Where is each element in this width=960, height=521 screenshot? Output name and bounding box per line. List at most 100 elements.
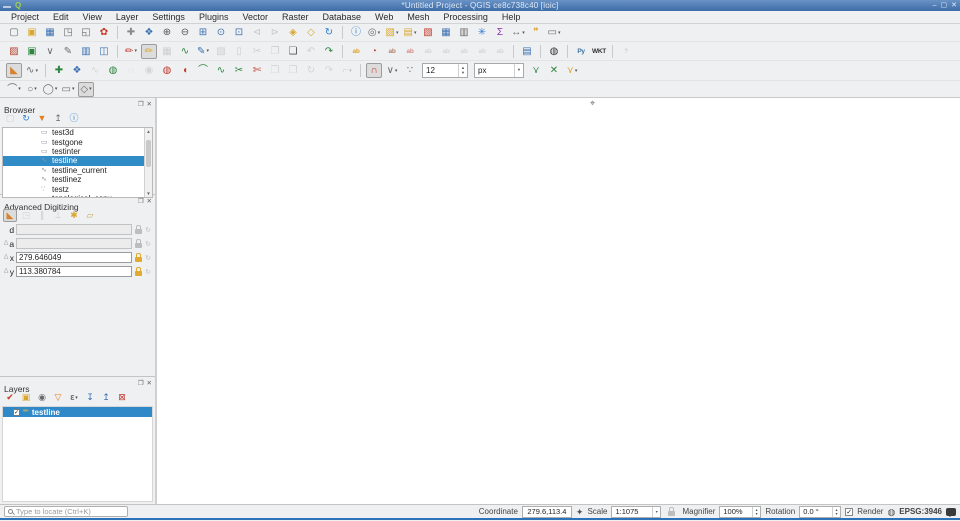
redo-button[interactable]: ↷ — [321, 44, 337, 59]
circle-2points-dropdown-icon[interactable]: ▾ — [34, 86, 37, 92]
maximize-button[interactable]: ▢ — [941, 0, 948, 11]
open-layer-styling-button[interactable]: ✔ — [3, 391, 17, 404]
save-project-button[interactable]: ▦ — [42, 25, 58, 40]
new-spatialite-layer-button[interactable]: ✎ — [60, 44, 76, 59]
processing-toolbox-button[interactable]: ✳ — [474, 25, 490, 40]
show-spatial-bookmarks-button[interactable]: ◇ — [303, 25, 319, 40]
snapping-mode-button[interactable]: ∨▾ — [384, 63, 400, 78]
menu-settings[interactable]: Settings — [145, 11, 192, 23]
layer-diagram-button[interactable]: ◔ — [366, 44, 382, 59]
collapse-all-button[interactable]: ↥ — [99, 391, 113, 404]
layers-float-button[interactable]: ❐ — [138, 379, 144, 387]
browser-scrollbar[interactable]: ▲ ▼ — [144, 128, 152, 197]
delete-ring-button[interactable]: ◍ — [159, 63, 175, 78]
digitize-with-segment-dropdown-icon[interactable]: ▾ — [35, 68, 38, 74]
snapping-unit[interactable]: px▼ — [474, 63, 524, 78]
text-annotation-button[interactable]: ▭▾ — [546, 25, 562, 40]
split-features-button[interactable]: ✂ — [231, 63, 247, 78]
measure-line-button[interactable]: ↔▾ — [510, 25, 526, 40]
paste-features-button[interactable]: ❏ — [285, 44, 301, 59]
snapping-on-intersection-button[interactable]: ✕ — [546, 63, 562, 78]
new-project-button[interactable]: ▢ — [6, 25, 22, 40]
scroll-thumb[interactable] — [146, 140, 151, 166]
python-console-button[interactable]: Py — [573, 44, 589, 59]
layers-close-button[interactable]: ✕ — [147, 379, 152, 387]
digitize-with-segment-button[interactable]: ∿▾ — [24, 63, 40, 78]
browser-item-testinter[interactable]: ▭testinter — [41, 147, 152, 156]
minimize-button[interactable]: – — [933, 0, 937, 11]
zoom-out-button[interactable]: ⊖ — [177, 25, 193, 40]
refresh-map-button[interactable]: ↻ — [321, 25, 337, 40]
browser-item-test3d[interactable]: ▭test3d — [41, 128, 152, 137]
select-features-by-value-dropdown-icon[interactable]: ▾ — [414, 30, 417, 36]
menu-mesh[interactable]: Mesh — [400, 11, 436, 23]
current-edits-button[interactable]: ✏▾ — [123, 44, 139, 59]
magnifier-spinbox[interactable]: 100% ▲▼ — [719, 506, 761, 518]
filter-legend-button[interactable]: ▽ — [51, 391, 65, 404]
layer-visibility-checkbox[interactable]: ✓ — [13, 409, 20, 416]
zoom-to-selection-button[interactable]: ⊙ — [213, 25, 229, 40]
browser-collapse-all-button[interactable]: ↥ — [51, 112, 65, 125]
deselect-features-button[interactable]: ▧ — [420, 25, 436, 40]
browser-refresh-button[interactable]: ↻ — [19, 112, 33, 125]
select-features-by-value-button[interactable]: ▤▾ — [402, 25, 418, 40]
advdig-float-button[interactable]: ❐ — [138, 197, 144, 205]
open-attribute-table-edited-button[interactable]: ▥ — [456, 25, 472, 40]
menu-edit[interactable]: Edit — [46, 11, 76, 23]
new-spatial-bookmark-button[interactable]: ◈ — [285, 25, 301, 40]
coordinate-field[interactable]: 279.6,113.4 — [522, 506, 572, 518]
filter-by-expression-dropdown-icon[interactable]: ▾ — [75, 395, 78, 401]
identify-features-button[interactable]: ⓘ — [348, 25, 364, 40]
browser-item-testline[interactable]: ∿testline — [3, 156, 152, 165]
menu-raster[interactable]: Raster — [275, 11, 316, 23]
enable-tracing-button[interactable]: ⋎▾ — [564, 63, 580, 78]
offset-curve-button[interactable]: ⌒ — [195, 63, 211, 78]
filter-by-expression-button[interactable]: ε▾ — [67, 391, 81, 404]
new-geopackage-layer-button[interactable]: ▣ — [24, 44, 40, 59]
cad-floater-button[interactable]: ▱ — [83, 209, 97, 222]
browser-tree[interactable]: ▭test3d▭testgone▭testinter∿testline∿test… — [2, 127, 153, 198]
self-snapping-button[interactable]: ∵ — [402, 63, 418, 78]
menu-help[interactable]: Help — [495, 11, 528, 23]
enable-snapping-button[interactable]: ∩ — [366, 63, 382, 78]
render-checkbox[interactable]: ✓ — [845, 508, 853, 516]
pin-labels-button[interactable]: ab — [384, 44, 400, 59]
browser-item-testlinez[interactable]: ∿testlinez — [41, 175, 152, 184]
metasearch-button[interactable]: ◍ — [546, 44, 562, 59]
move-feature-button[interactable]: ✚ — [51, 63, 67, 78]
scale-combo[interactable]: 1:1075 ▼ — [611, 506, 661, 518]
cad-x-input[interactable] — [16, 252, 132, 263]
cad-settings-button[interactable]: ✱ — [67, 209, 81, 222]
current-edits-dropdown-icon[interactable]: ▾ — [134, 48, 137, 54]
cad-enable-button[interactable]: ◣ — [3, 209, 17, 222]
snapping-unit-dropdown-icon[interactable]: ▼ — [514, 64, 523, 77]
scale-lock-button[interactable] — [665, 506, 678, 517]
ellipse-center-point-dropdown-icon[interactable]: ▾ — [55, 86, 58, 92]
menu-web[interactable]: Web — [368, 11, 400, 23]
menu-layer[interactable]: Layer — [109, 11, 146, 23]
menu-project[interactable]: Project — [4, 11, 46, 23]
menu-vector[interactable]: Vector — [235, 11, 275, 23]
rotation-spinbox[interactable]: 0.0 ° ▲▼ — [799, 506, 841, 518]
manage-map-themes-button[interactable]: ◉ — [35, 391, 49, 404]
new-virtual-layer-button[interactable]: ▥ — [78, 44, 94, 59]
split-parts-button[interactable]: ✄ — [249, 63, 265, 78]
run-feature-action-dropdown-icon[interactable]: ▾ — [378, 30, 381, 36]
run-feature-action-button[interactable]: ◎▾ — [366, 25, 382, 40]
style-manager-button[interactable]: ✿ — [96, 25, 112, 40]
cad-y-input[interactable] — [16, 266, 132, 277]
highlight-pinned-labels-button[interactable]: ab — [402, 44, 418, 59]
new-print-layout-button[interactable]: ◳ — [60, 25, 76, 40]
snapping-tolerance[interactable]: 12▲▼ — [422, 63, 468, 78]
menu-view[interactable]: View — [76, 11, 109, 23]
measure-line-dropdown-icon[interactable]: ▾ — [522, 30, 525, 36]
add-line-feature-button[interactable]: ∿ — [177, 44, 193, 59]
vertex-tool-button[interactable]: ✎▾ — [195, 44, 211, 59]
new-shapefile-layer-button[interactable]: ∨ — [42, 44, 58, 59]
open-attribute-table-button[interactable]: ▦ — [438, 25, 454, 40]
circular-string-by-radius-dropdown-icon[interactable]: ▾ — [18, 86, 21, 92]
rotation-arrows-icon[interactable]: ▲▼ — [832, 507, 840, 517]
enable-tracing-dropdown-icon[interactable]: ▾ — [575, 68, 578, 74]
circular-string-by-radius-button[interactable]: ⌒▾ — [6, 82, 22, 97]
magnifier-arrows-icon[interactable]: ▲▼ — [752, 507, 760, 517]
